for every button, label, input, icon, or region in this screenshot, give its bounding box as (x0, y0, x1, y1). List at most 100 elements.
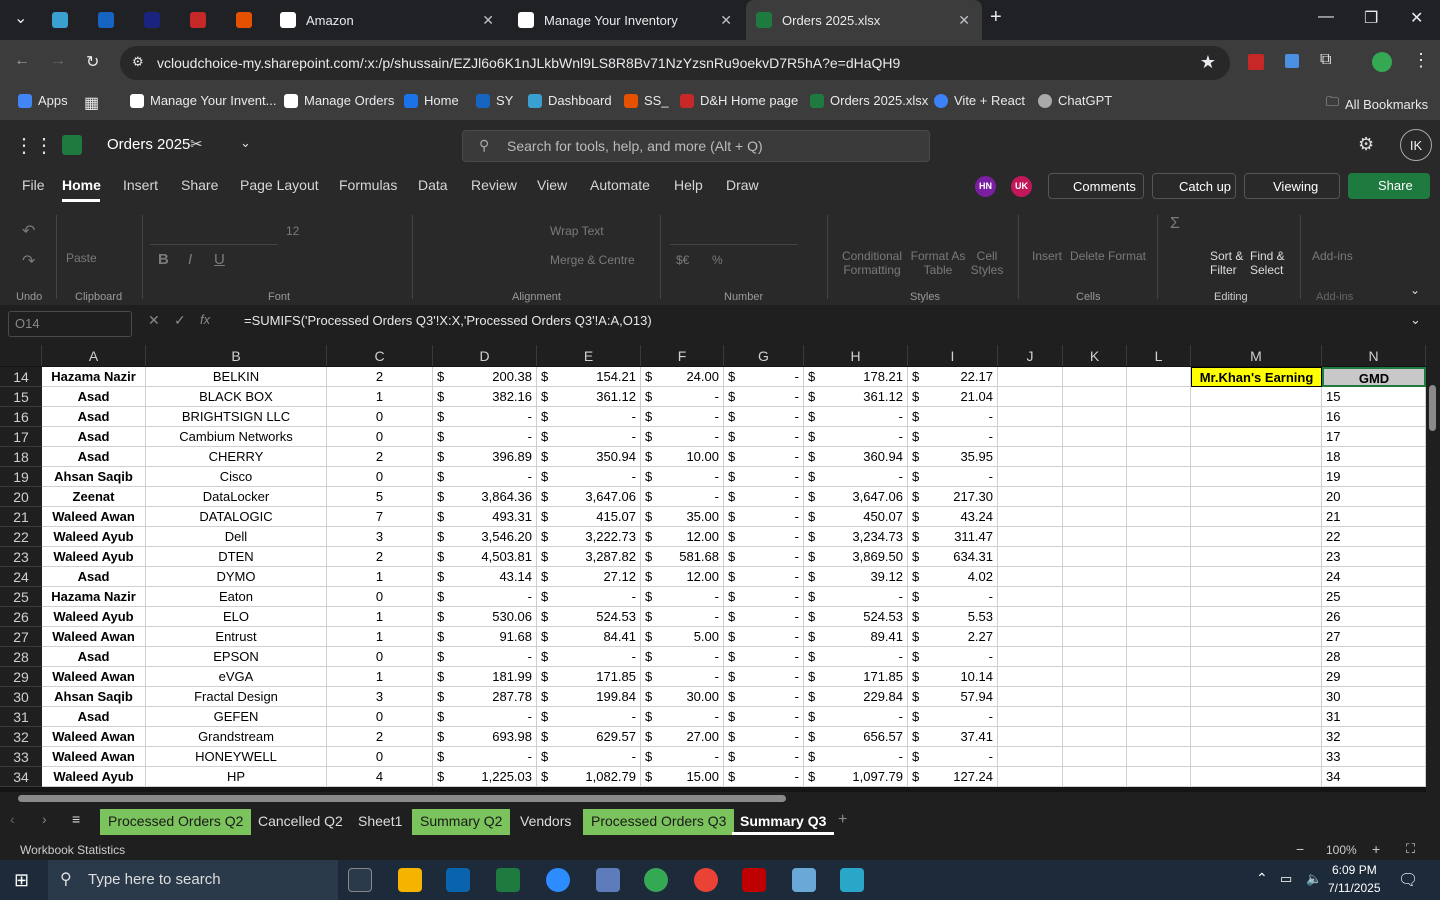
table-cell[interactable]: $1,082.79 (537, 767, 641, 787)
table-cell[interactable]: $361.12 (804, 387, 908, 407)
sheet-tab[interactable]: Sheet1 (350, 809, 410, 835)
table-cell[interactable]: Waleed Ayub (42, 547, 146, 567)
table-cell[interactable] (1127, 627, 1191, 647)
table-cell[interactable] (998, 547, 1063, 567)
table-cell[interactable]: $43.14 (433, 567, 537, 587)
table-cell[interactable]: $4.02 (908, 567, 998, 587)
table-cell[interactable]: 24 (1322, 567, 1426, 587)
row-header[interactable]: 25 (0, 587, 42, 607)
table-cell[interactable]: $3,647.06 (537, 487, 641, 507)
table-cell[interactable]: Asad (42, 387, 146, 407)
column-header[interactable]: H (804, 345, 908, 366)
table-cell[interactable]: Asad (42, 427, 146, 447)
row-header[interactable]: 16 (0, 407, 42, 427)
format-as-table-button[interactable]: Format As Table (908, 249, 968, 277)
tab-orders[interactable]: Orders 2025.xlsx ✕ (746, 0, 982, 40)
table-cell[interactable]: $ - (641, 747, 724, 767)
notifications-icon[interactable]: 🗨 (1398, 870, 1418, 890)
table-cell[interactable]: $ - (641, 467, 724, 487)
table-cell[interactable]: $ - (537, 407, 641, 427)
table-cell[interactable] (1063, 667, 1127, 687)
table-cell[interactable]: $ - (641, 647, 724, 667)
table-cell[interactable]: $3,287.82 (537, 547, 641, 567)
tab-formulas[interactable]: Formulas (339, 177, 397, 193)
table-cell[interactable] (998, 687, 1063, 707)
table-cell[interactable] (1191, 527, 1322, 547)
table-cell[interactable]: $27.12 (537, 567, 641, 587)
column-header[interactable]: G (724, 345, 804, 366)
table-cell[interactable] (1063, 647, 1127, 667)
table-cell[interactable]: $35.00 (641, 507, 724, 527)
table-cell[interactable]: 26 (1322, 607, 1426, 627)
row-header[interactable]: 19 (0, 467, 42, 487)
table-cell[interactable]: $43.24 (908, 507, 998, 527)
sheet-tab[interactable]: Cancelled Q2 (250, 809, 351, 835)
table-cell[interactable]: Waleed Awan (42, 667, 146, 687)
table-cell[interactable]: $ - (537, 427, 641, 447)
table-cell[interactable]: Entrust (146, 627, 327, 647)
table-cell[interactable]: $84.41 (537, 627, 641, 647)
new-tab-icon[interactable]: + (990, 6, 1002, 29)
table-cell[interactable]: 33 (1322, 747, 1426, 767)
tab-page-layout[interactable]: Page Layout (240, 177, 319, 193)
table-cell[interactable]: $382.16 (433, 387, 537, 407)
table-cell[interactable]: $450.07 (804, 507, 908, 527)
table-cell[interactable]: 0 (327, 407, 433, 427)
table-cell[interactable]: $ - (724, 367, 804, 387)
gear-icon[interactable]: ⚙ (1358, 134, 1374, 155)
insert-cells-button[interactable]: Insert (1032, 249, 1062, 263)
table-cell[interactable]: $ - (537, 747, 641, 767)
column-header[interactable]: J (998, 345, 1063, 366)
table-cell[interactable]: DYMO (146, 567, 327, 587)
table-cell[interactable]: DataLocker (146, 487, 327, 507)
table-cell[interactable]: $629.57 (537, 727, 641, 747)
minimize-icon[interactable]: — (1318, 8, 1334, 26)
tab-amazon[interactable]: Amazon ✕ (270, 0, 506, 40)
table-cell[interactable] (1127, 587, 1191, 607)
table-cell[interactable]: 32 (1322, 727, 1426, 747)
tab-file[interactable]: File (22, 177, 45, 193)
table-cell[interactable] (1191, 767, 1322, 787)
zoom-level[interactable]: 100% (1326, 843, 1357, 857)
scroll-thumb[interactable] (18, 795, 786, 802)
row-header[interactable]: 24 (0, 567, 42, 587)
table-cell[interactable]: $1,225.03 (433, 767, 537, 787)
table-cell[interactable] (1063, 407, 1127, 427)
table-cell[interactable]: $127.24 (908, 767, 998, 787)
pinned-tab-icon[interactable] (52, 12, 68, 28)
table-cell[interactable] (1063, 707, 1127, 727)
bookmark-apps[interactable]: Apps (18, 93, 68, 108)
table-cell[interactable]: Asad (42, 447, 146, 467)
function-icon[interactable]: fx (200, 312, 210, 327)
table-cell[interactable]: 34 (1322, 767, 1426, 787)
table-cell[interactable]: Cisco (146, 467, 327, 487)
table-cell[interactable] (1127, 407, 1191, 427)
row-header[interactable]: 28 (0, 647, 42, 667)
table-cell[interactable]: Hazama Nazir (42, 367, 146, 387)
vertical-scrollbar[interactable] (1426, 345, 1440, 792)
table-cell[interactable]: $178.21 (804, 367, 908, 387)
table-cell[interactable] (1127, 447, 1191, 467)
table-cell[interactable]: $199.84 (537, 687, 641, 707)
table-cell[interactable]: 7 (327, 507, 433, 527)
table-cell[interactable]: $287.78 (433, 687, 537, 707)
table-cell[interactable] (1063, 467, 1127, 487)
table-cell[interactable]: $ - (724, 407, 804, 427)
clock-date[interactable]: 7/11/2025 (1328, 881, 1381, 895)
select-all-corner[interactable] (0, 345, 42, 366)
file-explorer-icon[interactable] (398, 868, 422, 892)
paste-button[interactable]: Paste (66, 251, 97, 265)
table-cell[interactable]: 1 (327, 627, 433, 647)
table-cell[interactable] (1063, 607, 1127, 627)
table-cell[interactable]: 0 (327, 707, 433, 727)
row-header[interactable]: 23 (0, 547, 42, 567)
table-cell[interactable] (1191, 747, 1322, 767)
table-cell[interactable]: Grandstream (146, 727, 327, 747)
table-cell[interactable] (1127, 707, 1191, 727)
table-cell[interactable] (998, 607, 1063, 627)
table-cell[interactable] (1191, 667, 1322, 687)
table-cell[interactable]: $ - (724, 747, 804, 767)
table-cell[interactable]: $ - (641, 387, 724, 407)
underline-icon[interactable]: U (214, 251, 225, 268)
table-cell[interactable]: $656.57 (804, 727, 908, 747)
